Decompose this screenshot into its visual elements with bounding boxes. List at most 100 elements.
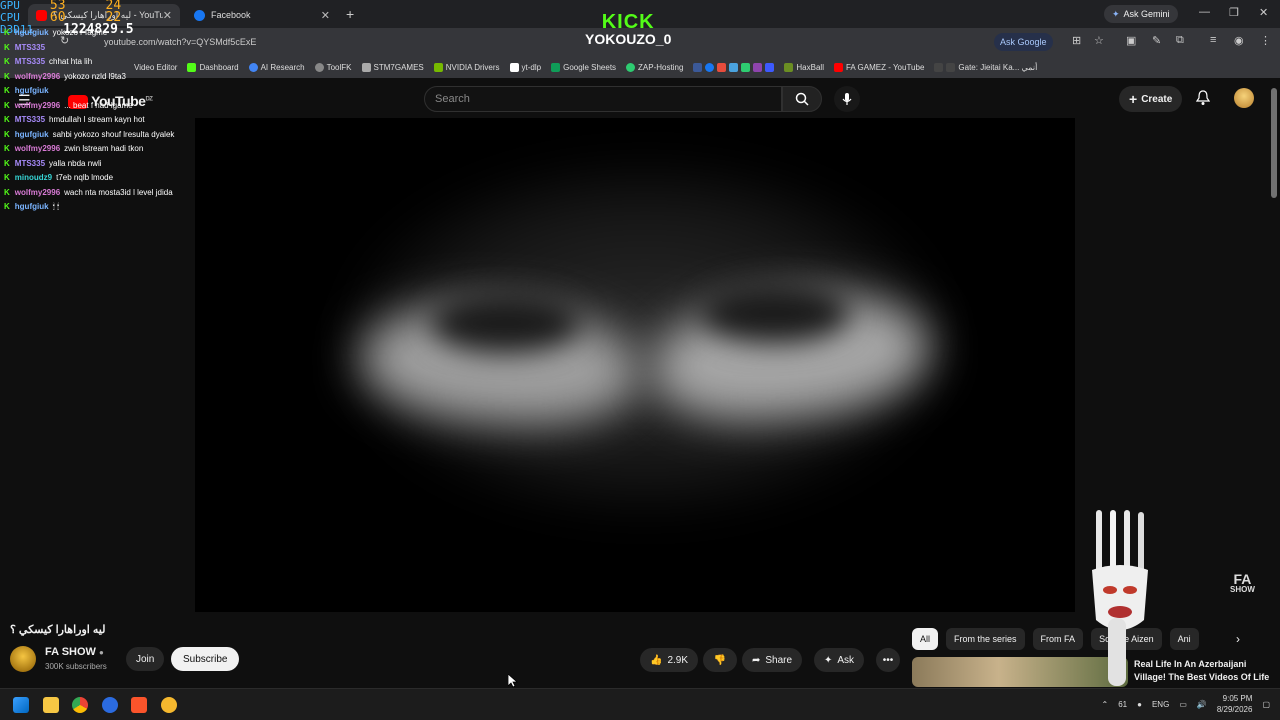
extensions-icon[interactable]: ⧉: [1176, 34, 1184, 47]
notifications-button[interactable]: [1195, 90, 1211, 111]
maximize-icon[interactable]: ❐: [1229, 6, 1239, 19]
channel-avatar[interactable]: [10, 646, 36, 672]
tab-facebook[interactable]: Facebook ✕: [186, 4, 338, 26]
chat-message: Kwolfmy2996... beat f had lgame: [4, 100, 133, 110]
tray-counter[interactable]: 61: [1118, 700, 1127, 709]
chat-message: K MTS335 hmdullah l stream kayn hot: [4, 115, 145, 124]
brave-icon[interactable]: [131, 697, 147, 713]
tab-search-icon[interactable]: ▣: [1126, 34, 1136, 47]
media-control-icon[interactable]: ≡: [1210, 34, 1216, 46]
video-player[interactable]: [195, 118, 1075, 612]
chip-from-the-series[interactable]: From the series: [946, 628, 1025, 650]
close-tab-icon[interactable]: ✕: [163, 9, 172, 22]
create-button[interactable]: + Create: [1119, 86, 1183, 112]
fork-overlay-image: [1092, 510, 1148, 686]
dislike-button[interactable]: 👎: [703, 648, 737, 672]
plus-icon: +: [1129, 91, 1138, 107]
kick-badge-icon: K: [4, 71, 10, 81]
microphone-icon: [842, 93, 852, 105]
kick-badge-icon: K: [4, 144, 10, 153]
bookmark-zap-hosting[interactable]: ZAP-Hosting: [626, 62, 683, 72]
recommended-video-title[interactable]: Real Life In An Azerbaijani Village! The…: [1134, 658, 1274, 686]
close-tab-icon[interactable]: ✕: [321, 9, 330, 22]
mouse-cursor-icon: [508, 674, 518, 688]
kick-badge-icon: K: [4, 173, 10, 182]
pen-icon[interactable]: ✎: [1152, 34, 1161, 47]
language-indicator[interactable]: ENG: [1152, 700, 1169, 709]
bookmark-fa-gamez[interactable]: FA GAMEZ - YouTube: [833, 62, 924, 72]
chat-message: Khgufgiuk 🕯 🕯: [4, 202, 60, 211]
browser-app-icon[interactable]: [102, 697, 118, 713]
network-icon[interactable]: ▭: [1179, 700, 1187, 709]
install-app-icon[interactable]: ⊞: [1072, 34, 1081, 47]
close-window-icon[interactable]: ✕: [1259, 6, 1268, 19]
chevron-up-icon[interactable]: ⌃: [1102, 700, 1109, 709]
gemini-icon: ✦: [1112, 8, 1120, 19]
clock[interactable]: 9:05 PM 8/29/2026: [1217, 693, 1253, 715]
chrome-icon[interactable]: [72, 697, 88, 713]
chip-anime[interactable]: Ani: [1169, 628, 1199, 650]
chat-message: Kwolfmy2996 yokozo nzld l9ta3: [4, 71, 126, 81]
share-button[interactable]: ➦ Share: [742, 648, 803, 672]
bookmark-gate[interactable]: Gate: Jieitai Ka... أنمي: [934, 62, 1037, 72]
share-arrow-icon: ➦: [752, 654, 761, 666]
stream-chat-overlay: Khgufgiuk yokozo r fagme K MTS335 K MTS335 c…: [0, 26, 200, 266]
profile-icon[interactable]: ◉: [1234, 34, 1244, 47]
url-bar[interactable]: youtube.com/watch?v=QYSMdf5cExE: [92, 33, 992, 51]
account-avatar[interactable]: [1234, 88, 1254, 108]
kick-logo-overlay: KICK YOKOUZO_0: [585, 11, 672, 47]
bookmark-yt-dlp[interactable]: yt-dlp: [509, 62, 541, 72]
new-tab-button[interactable]: +: [346, 6, 354, 22]
recommendation-chips: All From the series From FA Sosuke Aizen…: [912, 628, 1199, 650]
bookmark-nvidia-drivers[interactable]: NVIDIA Drivers: [433, 62, 500, 72]
subscribe-button[interactable]: Subscribe: [171, 647, 240, 671]
search-icon: [795, 92, 809, 106]
channel-name[interactable]: FA SHOW ●: [45, 646, 104, 658]
chat-message: Khgufgiuk sahbi yokozo shouf lresulta dya…: [4, 129, 175, 139]
page-scrollbar[interactable]: [1271, 88, 1277, 198]
like-button[interactable]: 👍 2.9K: [640, 648, 699, 672]
chevron-right-icon[interactable]: ›: [1236, 632, 1240, 646]
windows-taskbar: ⌃ 61 ● ENG ▭ 🔊 9:05 PM 8/29/2026 ▢: [0, 688, 1280, 720]
chat-message: K MTS335: [4, 42, 46, 52]
bell-icon: [1195, 90, 1211, 105]
ask-button[interactable]: ✦ Ask: [814, 648, 865, 672]
sparkle-icon: ✦: [824, 654, 833, 666]
chat-message: K MTS335 chhat hta lih: [4, 57, 93, 66]
kick-badge-icon: K: [4, 86, 10, 95]
bookmark-star-icon[interactable]: ☆: [1094, 34, 1104, 47]
thumbs-up-icon: 👍: [650, 654, 663, 666]
file-explorer-icon[interactable]: [43, 697, 59, 713]
kick-badge-icon: K: [4, 129, 10, 139]
menu-kebab-icon[interactable]: ⋮: [1260, 34, 1271, 47]
microphone-tray-icon[interactable]: ●: [1137, 700, 1142, 709]
chip-all[interactable]: All: [912, 628, 939, 650]
verified-icon: ●: [99, 648, 104, 657]
facebook-favicon-icon: [194, 9, 205, 21]
search-button[interactable]: [782, 86, 822, 112]
kick-badge-icon: K: [4, 42, 10, 52]
search-input[interactable]: Search: [424, 86, 782, 112]
bookmark-google-sheets[interactable]: Google Sheets: [551, 62, 616, 72]
chat-message: Kwolfmy2996 zwin lstream hadi tkon: [4, 144, 144, 153]
bookmark-toolfk[interactable]: ToolFK: [314, 62, 352, 72]
video-title: ليه اوراهارا كيسكي ؟: [10, 624, 106, 636]
bookmark-stm7games[interactable]: STM7GAMES: [361, 62, 424, 72]
bookmark-haxball[interactable]: HaxBall: [784, 62, 824, 72]
ask-gemini-button[interactable]: ✦ Ask Gemini: [1104, 5, 1178, 23]
discord-like-app-icon[interactable]: [161, 697, 177, 713]
channel-watermark[interactable]: FA SHOW: [1230, 572, 1255, 594]
windows-start-icon[interactable]: [13, 697, 29, 713]
thumbs-down-icon: 👎: [713, 654, 727, 666]
kick-badge-icon: K: [4, 57, 10, 66]
more-actions-button[interactable]: •••: [876, 648, 900, 672]
system-tray: ⌃ 61 ● ENG ▭ 🔊 9:05 PM 8/29/2026 ▢: [1102, 693, 1270, 715]
voice-search-button[interactable]: [834, 86, 860, 112]
ask-google-button[interactable]: Ask Google: [994, 33, 1053, 51]
bookmark-icons-group[interactable]: [693, 62, 775, 72]
join-button[interactable]: Join: [126, 647, 165, 671]
bookmark-ai-research[interactable]: AI Research: [248, 62, 305, 72]
minimize-icon[interactable]: —: [1199, 6, 1210, 18]
volume-icon[interactable]: 🔊: [1197, 700, 1207, 709]
notifications-tray-icon[interactable]: ▢: [1262, 700, 1270, 709]
